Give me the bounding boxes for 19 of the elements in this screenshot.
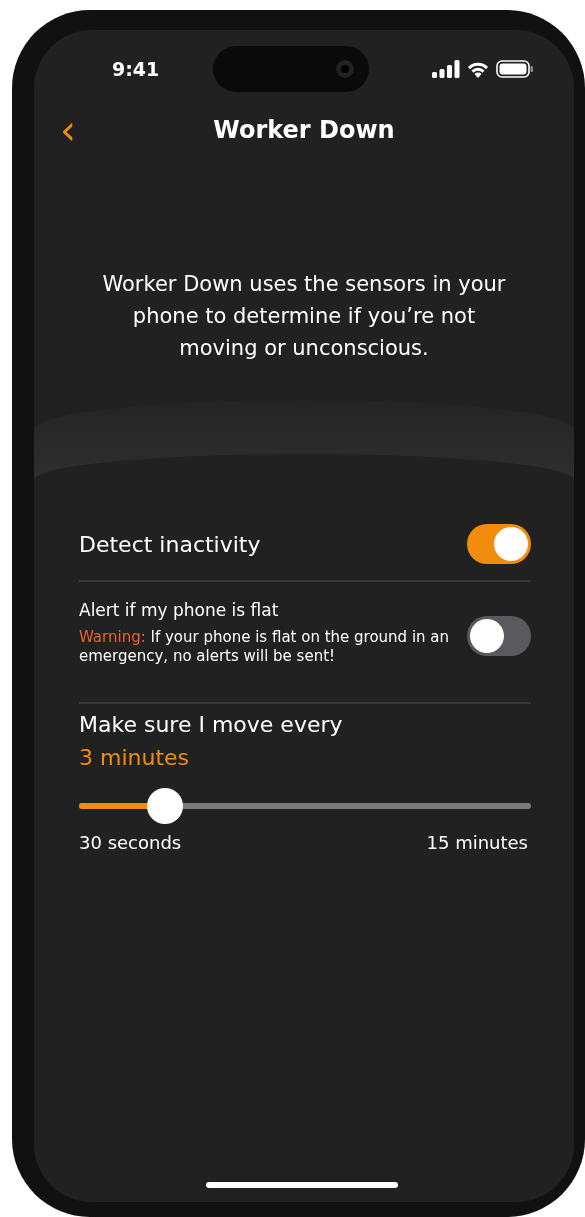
slider-max-label: 15 minutes (426, 832, 528, 853)
back-button[interactable]: ‹ (56, 110, 80, 150)
slider[interactable] (79, 788, 531, 824)
toggle-switch[interactable] (467, 524, 531, 564)
warning-text: Warning: If your phone is flat on the ground in an emergency, no alerts will be sent! (79, 628, 451, 666)
battery-icon (496, 60, 534, 78)
slider-thumb[interactable] (146, 788, 183, 824)
setting-label: Alert if my phone is flat (79, 600, 280, 620)
toggle-switch[interactable] (467, 616, 531, 656)
setting-label: Make sure I move every (79, 712, 344, 737)
status-time: 9:41 (112, 58, 160, 80)
signal-icon (432, 60, 460, 78)
slider-min-label: 30 seconds (79, 832, 182, 853)
description-text: Worker Down uses the sensors in your phone to determine if you’re not moving or unconscious. (101, 271, 507, 362)
screen-title: Worker Down (213, 116, 395, 144)
wifi-icon (466, 60, 490, 78)
camera-icon (334, 59, 355, 79)
slider-value: 3 minutes (79, 745, 191, 770)
setting-label: Detect inactivity (79, 531, 261, 557)
